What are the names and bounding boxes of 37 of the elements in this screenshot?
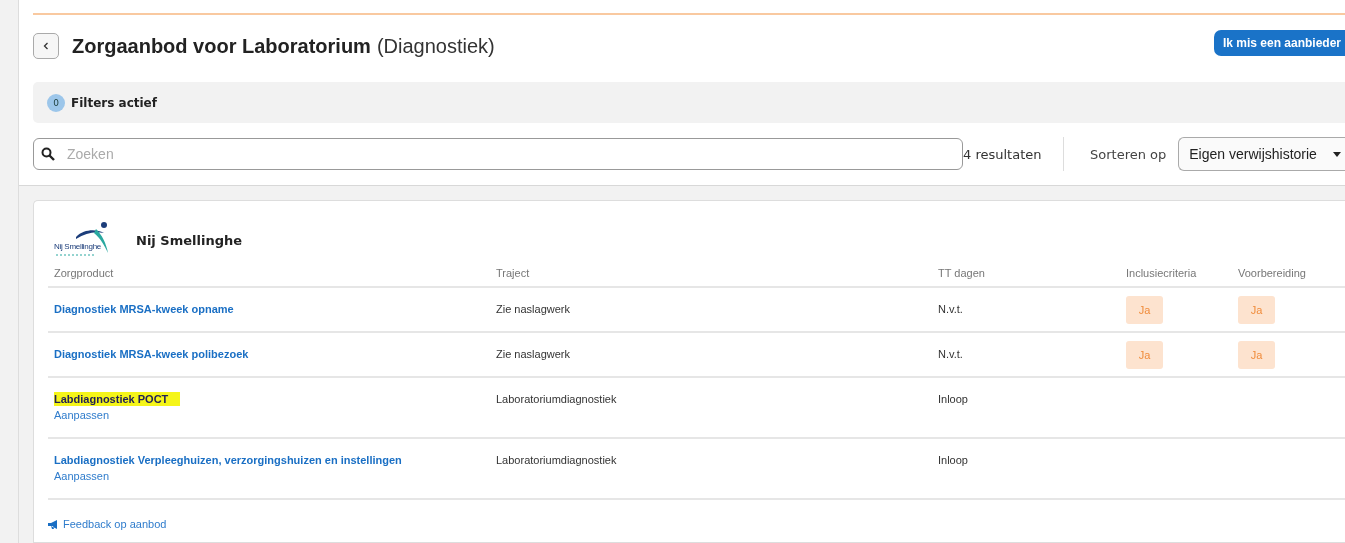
result-count: 4 resultaten	[963, 146, 1043, 162]
column-header: Voorbereiding	[1238, 267, 1307, 279]
table-cell: Zie naslagwerk	[496, 347, 570, 360]
column-header: Inclusiecriteria	[1126, 267, 1198, 279]
table-cell: Zie naslagwerk	[496, 302, 570, 315]
missing-provider-button[interactable]: Ik mis een aanbieder	[1213, 30, 1345, 56]
provider-name: Nij Smellinghe	[136, 232, 243, 248]
column-header: Traject	[496, 267, 531, 279]
search-field[interactable]: Zoeken	[33, 138, 963, 170]
table-cell: Inloop	[938, 453, 968, 466]
chevron-left-icon	[43, 42, 49, 50]
table-cell: Laboratoriumdiagnostiek	[496, 453, 617, 466]
column-header: Zorgproduct	[54, 267, 115, 279]
feedback-link[interactable]: Feedback op aanbod	[48, 518, 167, 530]
filter-count: 0	[47, 93, 65, 112]
table-cell: N.v.t.	[938, 302, 963, 315]
edit-link[interactable]: Aanpassen	[54, 470, 110, 482]
product-link[interactable]: Labdiagnostiek Verpleeghuizen, verzorgingshuizen en instellingen	[54, 453, 402, 467]
filter-label: Filters actief	[71, 95, 157, 110]
provider-logo: Nij Smellinghe	[54, 221, 112, 259]
caret-icon	[1333, 151, 1341, 157]
product-link[interactable]: Diagnostiek MRSA-kweek polibezoek	[54, 347, 249, 361]
megaphone-icon	[48, 519, 59, 529]
page-subtitle: (Diagnostiek)	[376, 34, 495, 58]
sort-label: Sorteren op	[1090, 146, 1167, 162]
edit-link[interactable]: Aanpassen	[54, 409, 110, 421]
table-cell: N.v.t.	[938, 347, 963, 360]
table-cell: Laboratoriumdiagnostiek	[496, 392, 617, 405]
table-cell: Inloop	[938, 392, 968, 405]
product-link[interactable]: Labdiagnostiek POCT	[54, 392, 181, 406]
back-button[interactable]	[33, 33, 59, 59]
sort-dropdown[interactable]: Eigen verwijshistorie	[1178, 137, 1345, 171]
product-link[interactable]: Diagnostiek MRSA-kweek opname	[54, 302, 234, 316]
page-title: Zorgaanbod voor Laboratorium	[72, 34, 371, 58]
search-icon	[41, 147, 55, 161]
column-header: TT dagen	[938, 267, 986, 279]
filter-bar[interactable]: 0 Filters actief	[33, 82, 1345, 123]
